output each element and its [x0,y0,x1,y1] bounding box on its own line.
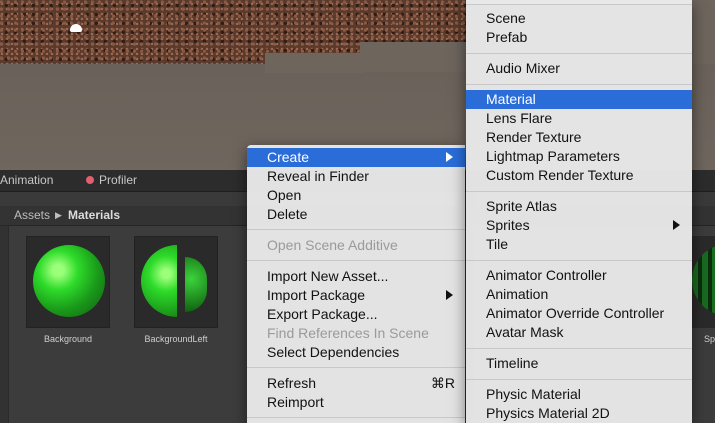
menu-item-open[interactable]: Open [247,186,465,205]
context-menu: Create Reveal in Finder Open Delete Open… [247,145,465,423]
tab-animation[interactable]: Animation [0,173,53,187]
breadcrumb-assets[interactable]: Assets [14,208,50,222]
menu-item-material[interactable]: Material [466,90,692,109]
asset-tile[interactable]: BackgroundLeft [134,236,218,344]
light-gizmo-icon[interactable] [70,24,82,32]
menu-separator [247,367,465,368]
menu-item-audio-mixer[interactable]: Audio Mixer [466,59,692,78]
menu-item-lens-flare[interactable]: Lens Flare [466,109,692,128]
menu-item-export-package[interactable]: Export Package... [247,305,465,324]
menu-item-import-new-asset[interactable]: Import New Asset... [247,267,465,286]
menu-item-delete[interactable]: Delete [247,205,465,224]
material-thumbnail [26,236,110,328]
asset-label: BackgroundLeft [144,334,208,344]
menu-item-animator-override-controller[interactable]: Animator Override Controller [466,304,692,323]
asset-label: Background [43,334,93,344]
menu-item-physic-material[interactable]: Physic Material [466,385,692,404]
material-sphere [141,245,177,317]
menu-item-lightmap-parameters[interactable]: Lightmap Parameters [466,147,692,166]
menu-item-prefab[interactable]: Prefab [466,28,692,47]
menu-item-sprites[interactable]: Sprites [466,216,692,235]
submenu-arrow-icon [673,220,680,230]
scene-block [265,53,365,73]
menu-item-sprite-atlas[interactable]: Sprite Atlas [466,197,692,216]
menu-item-find-references: Find References In Scene [267,325,429,341]
asset-label: Sp [704,334,715,344]
submenu-arrow-icon [446,152,453,162]
menu-item-import-package[interactable]: Import Package [247,286,465,305]
menu-item-avatar-mask[interactable]: Avatar Mask [466,323,692,342]
menu-item-reimport[interactable]: Reimport [247,393,465,412]
submenu-arrow-icon [446,290,453,300]
menu-separator [466,84,692,85]
menu-item-scene[interactable]: Scene [466,9,692,28]
menu-item-animator-controller[interactable]: Animator Controller [466,266,692,285]
menu-separator [247,417,465,418]
material-thumbnail [134,236,218,328]
menu-separator [466,260,692,261]
menu-item-custom-render-texture[interactable]: Custom Render Texture [466,166,692,185]
breadcrumb-arrow-icon: ▶ [55,210,62,220]
material-sphere [692,244,715,316]
create-submenu: Scene Prefab Audio Mixer Material Lens F… [466,0,692,423]
asset-tile[interactable]: Background [26,236,110,344]
material-sphere-fragment [185,257,207,312]
menu-separator [247,260,465,261]
project-sidebar [0,226,9,423]
shortcut-label: ⌘R [430,375,455,391]
material-sphere [33,245,105,317]
menu-separator [466,191,692,192]
menu-item-reveal-in-finder[interactable]: Reveal in Finder [247,167,465,186]
menu-item-refresh[interactable]: Refresh ⌘R [247,374,465,393]
menu-item-create[interactable]: Create [247,148,465,167]
menu-item-select-dependencies[interactable]: Select Dependencies [247,343,465,362]
menu-item-animation[interactable]: Animation [466,285,692,304]
menu-item-render-texture[interactable]: Render Texture [466,128,692,147]
menu-item-open-scene-additive: Open Scene Additive [267,237,398,253]
menu-separator [247,229,465,230]
tab-profiler[interactable]: Profiler [86,173,137,187]
menu-item-timeline[interactable]: Timeline [466,354,692,373]
menu-item-physics-material-2d[interactable]: Physics Material 2D [466,404,692,423]
scene-block [360,42,470,72]
profiler-icon [86,176,94,184]
menu-item-tile[interactable]: Tile [466,235,692,254]
tab-profiler-label: Profiler [99,173,138,187]
menu-top-edge [466,0,692,5]
menu-separator [466,379,692,380]
menu-separator [466,348,692,349]
asset-tile-partial[interactable] [690,236,715,328]
breadcrumb-materials[interactable]: Materials [68,208,120,222]
menu-separator [466,53,692,54]
